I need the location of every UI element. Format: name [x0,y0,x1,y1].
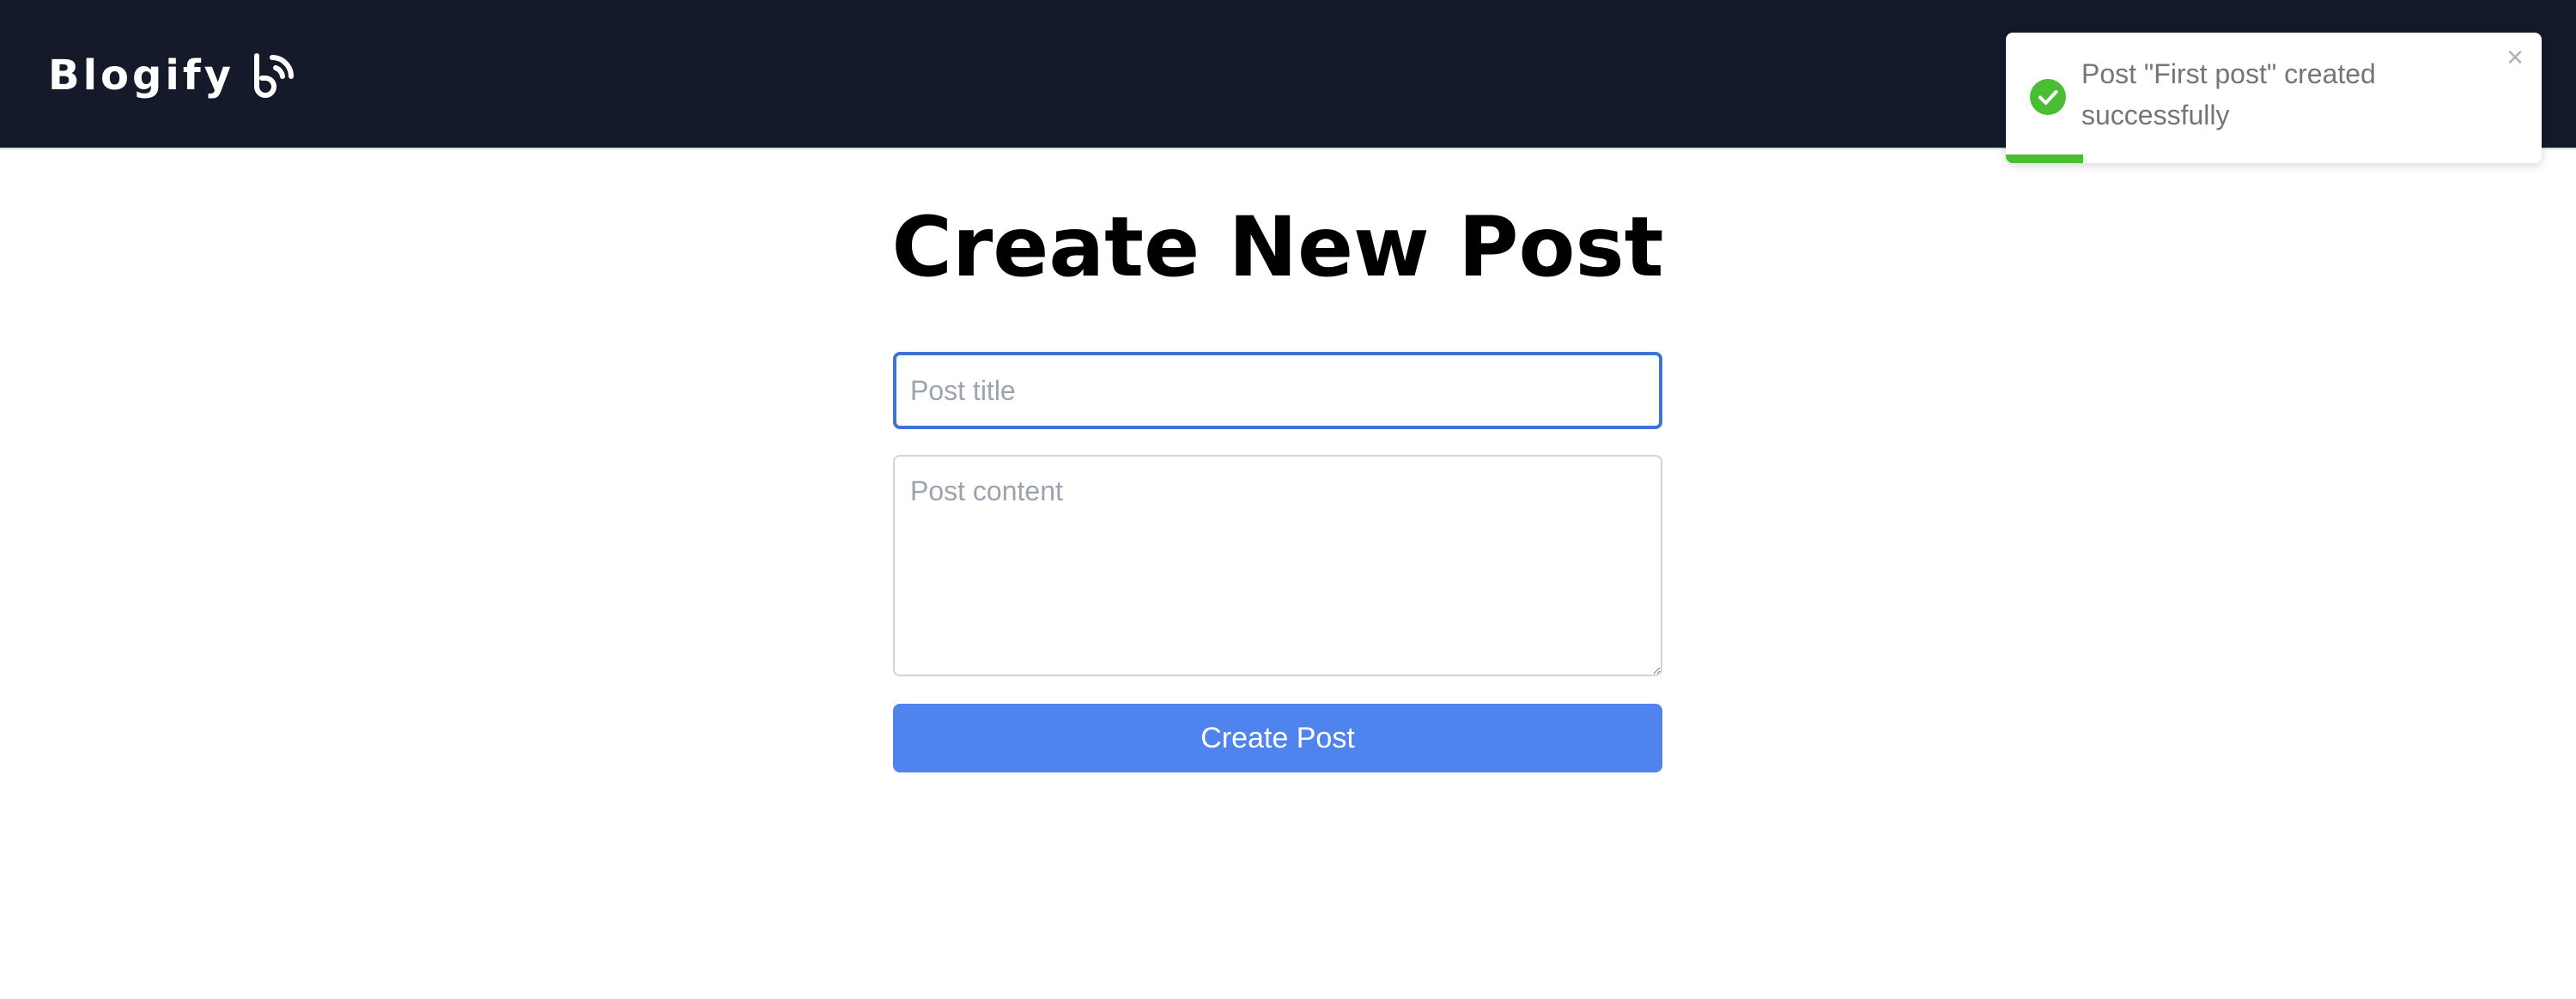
post-content-textarea[interactable] [893,455,1662,676]
toast-progress-bar [2006,154,2084,163]
success-toast: Post "First post" created successfully [2006,33,2542,163]
close-icon[interactable]: × [2502,43,2528,72]
page-title: Create New Post [891,199,1664,295]
create-post-form: Create Post [893,352,1662,772]
post-title-input[interactable] [893,352,1662,429]
create-post-button[interactable]: Create Post [893,704,1662,772]
brand-logo-link[interactable]: Blogify [48,48,300,103]
toast-message: Post "First post" created successfully [2081,58,2376,130]
check-circle-icon [2030,79,2066,115]
brand-name: Blogify [48,51,234,100]
blog-feed-icon [250,51,300,100]
